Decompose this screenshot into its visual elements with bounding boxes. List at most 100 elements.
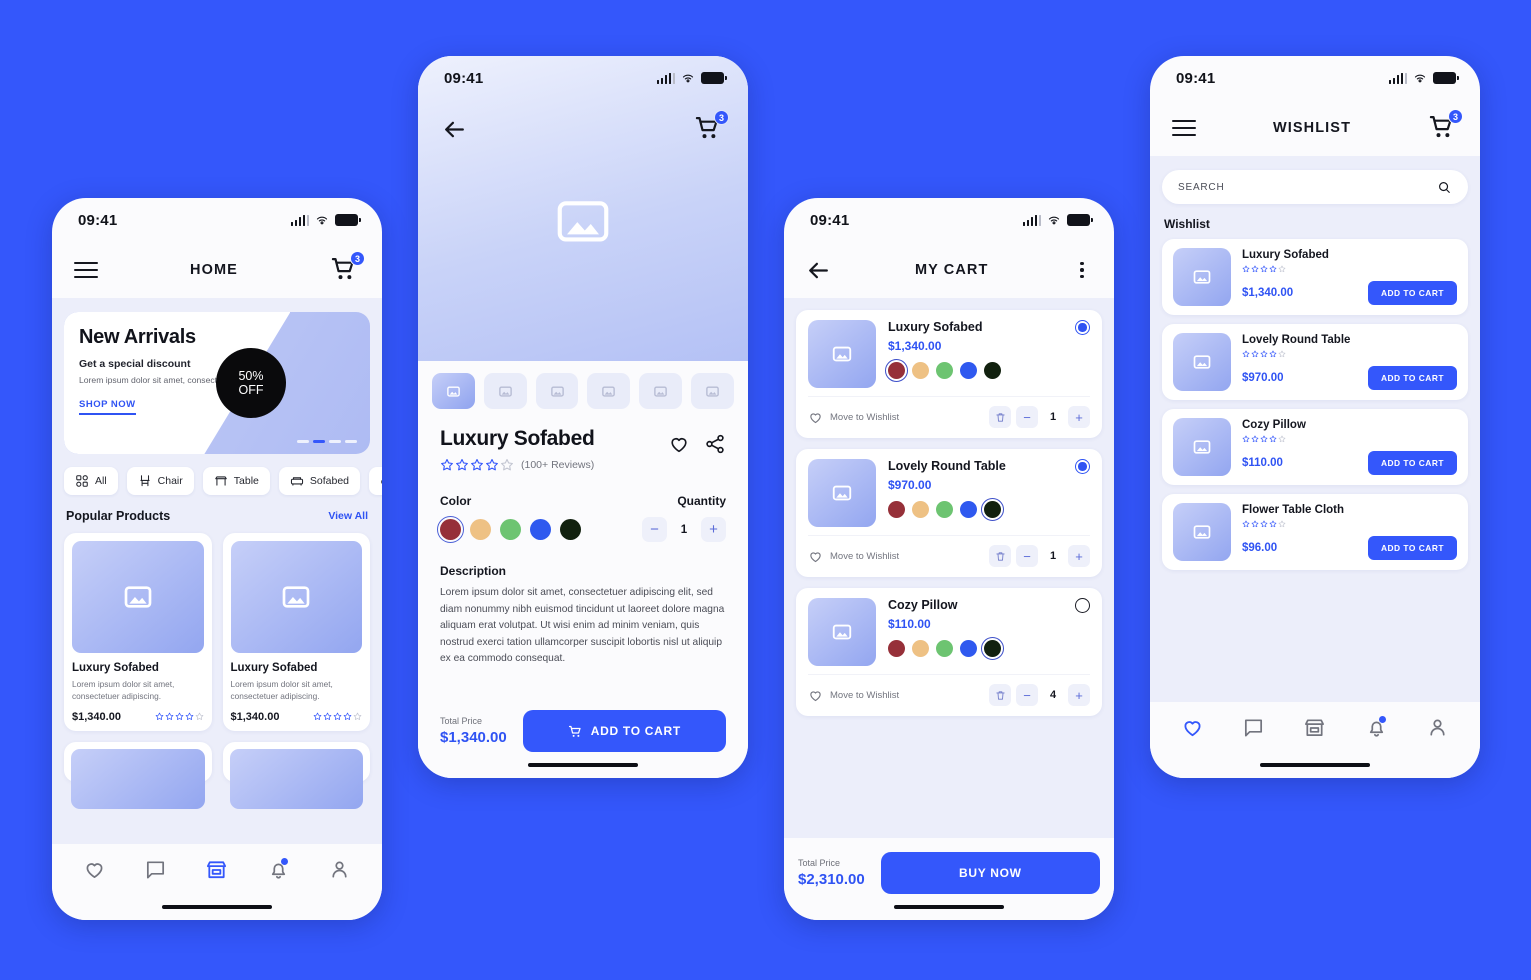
back-arrow-icon[interactable] xyxy=(806,258,831,283)
decrement-button[interactable]: − xyxy=(1016,406,1038,428)
wishlist-item[interactable]: Lovely Round Table $970.00 ADD TO CART xyxy=(1162,324,1468,400)
decrement-button[interactable]: − xyxy=(1016,684,1038,706)
color-swatch-blue[interactable] xyxy=(960,362,977,379)
category-chip-sofabed[interactable]: Sofabed xyxy=(278,467,360,495)
nav-store[interactable] xyxy=(202,854,232,884)
increment-button[interactable]: + xyxy=(1068,684,1090,706)
thumbnail-item[interactable] xyxy=(483,373,527,409)
add-to-cart-button[interactable]: ADD TO CART xyxy=(1367,536,1457,560)
quantity-stepper[interactable]: − 1 + xyxy=(989,545,1090,567)
category-chip-table[interactable]: Table xyxy=(202,467,270,495)
delete-item-button[interactable] xyxy=(989,406,1011,428)
wishlist-item[interactable]: Flower Table Cloth $96.00 ADD TO CART xyxy=(1162,494,1468,570)
cart-item[interactable]: Luxury Sofabed $1,340.00 Move to Wishlis… xyxy=(796,310,1102,438)
color-swatch-black[interactable] xyxy=(981,498,1004,521)
cart-button[interactable]: 3 xyxy=(1428,109,1463,143)
item-select-radio[interactable] xyxy=(1075,598,1090,613)
item-color-swatches[interactable] xyxy=(888,498,1063,521)
cart-item[interactable]: Lovely Round Table $970.00 Move to Wishl… xyxy=(796,449,1102,577)
category-chip-all[interactable]: All xyxy=(64,467,118,495)
color-swatch-blue[interactable] xyxy=(960,640,977,657)
move-to-wishlist-button[interactable]: Move to Wishlist xyxy=(808,688,899,703)
nav-notifications[interactable] xyxy=(1361,712,1391,742)
cart-item[interactable]: Cozy Pillow $110.00 Move to Wishlist − 4… xyxy=(796,588,1102,716)
decrement-button[interactable]: − xyxy=(1016,545,1038,567)
increment-button[interactable]: + xyxy=(1068,406,1090,428)
shop-now-link[interactable]: SHOP NOW xyxy=(79,399,136,416)
color-swatch-tan[interactable] xyxy=(912,501,929,518)
color-swatch-green[interactable] xyxy=(936,640,953,657)
thumbnail-item[interactable] xyxy=(639,373,683,409)
category-chip-row[interactable]: All Chair Table Sofabed xyxy=(52,454,382,495)
nav-wishlist[interactable] xyxy=(1178,712,1208,742)
thumbnail-strip[interactable] xyxy=(418,361,748,421)
color-swatch-black[interactable] xyxy=(984,362,1001,379)
nav-wishlist[interactable] xyxy=(80,854,110,884)
category-chip-armchair[interactable] xyxy=(369,467,382,495)
move-to-wishlist-button[interactable]: Move to Wishlist xyxy=(808,549,899,564)
color-swatch-green[interactable] xyxy=(936,501,953,518)
product-card[interactable] xyxy=(222,741,370,809)
delete-item-button[interactable] xyxy=(989,545,1011,567)
increment-button[interactable]: + xyxy=(1068,545,1090,567)
more-options-icon[interactable] xyxy=(1072,259,1092,282)
color-swatch-green[interactable] xyxy=(936,362,953,379)
add-to-cart-button[interactable]: ADD TO CART xyxy=(522,710,726,752)
quantity-stepper[interactable]: − 1 + xyxy=(989,406,1090,428)
decrement-button[interactable]: − xyxy=(642,517,667,542)
search-icon[interactable] xyxy=(1437,180,1452,195)
item-select-radio[interactable] xyxy=(1075,459,1090,474)
quantity-stepper[interactable]: − 1 + xyxy=(642,517,726,542)
color-swatch-tan[interactable] xyxy=(470,519,491,540)
nav-profile[interactable] xyxy=(324,854,354,884)
add-to-cart-button[interactable]: ADD TO CART xyxy=(1367,281,1457,305)
add-to-cart-button[interactable]: ADD TO CART xyxy=(1367,366,1457,390)
menu-icon[interactable] xyxy=(1172,115,1196,141)
color-swatch-blue[interactable] xyxy=(530,519,551,540)
nav-chat[interactable] xyxy=(141,854,171,884)
category-chip-chair[interactable]: Chair xyxy=(126,467,194,495)
color-swatch-maroon[interactable] xyxy=(885,359,908,382)
nav-profile[interactable] xyxy=(1422,712,1452,742)
thumbnail-item[interactable] xyxy=(535,373,579,409)
wishlist-item[interactable]: Luxury Sofabed $1,340.00 ADD TO CART xyxy=(1162,239,1468,315)
quantity-stepper[interactable]: − 4 + xyxy=(989,684,1090,706)
item-color-swatches[interactable] xyxy=(888,637,1063,660)
bottom-navigation[interactable] xyxy=(52,844,382,894)
color-swatch-blue[interactable] xyxy=(960,501,977,518)
thumbnail-item[interactable] xyxy=(691,373,734,409)
cart-button[interactable]: 3 xyxy=(694,110,729,144)
color-swatch-maroon[interactable] xyxy=(888,640,905,657)
cart-button[interactable]: 3 xyxy=(330,251,365,285)
color-swatch-black[interactable] xyxy=(981,637,1004,660)
color-swatch-maroon[interactable] xyxy=(888,501,905,518)
increment-button[interactable]: + xyxy=(701,517,726,542)
heart-icon[interactable] xyxy=(668,433,690,455)
nav-store[interactable] xyxy=(1300,712,1330,742)
back-arrow-icon[interactable] xyxy=(442,117,467,142)
bottom-navigation[interactable] xyxy=(1150,702,1480,752)
color-swatches[interactable] xyxy=(436,515,581,544)
color-swatch-black[interactable] xyxy=(560,519,581,540)
color-swatch-tan[interactable] xyxy=(912,362,929,379)
menu-icon[interactable] xyxy=(74,257,98,283)
product-card[interactable]: Luxury Sofabed Lorem ipsum dolor sit ame… xyxy=(222,533,370,731)
product-card[interactable] xyxy=(64,741,212,809)
thumbnail-item[interactable] xyxy=(432,373,475,409)
nav-chat[interactable] xyxy=(1239,712,1269,742)
thumbnail-item[interactable] xyxy=(587,373,631,409)
move-to-wishlist-button[interactable]: Move to Wishlist xyxy=(808,410,899,425)
share-icon[interactable] xyxy=(704,433,726,455)
buy-now-button[interactable]: BUY NOW xyxy=(880,852,1100,894)
nav-notifications[interactable] xyxy=(263,854,293,884)
promo-banner[interactable]: New Arrivals Get a special discount Lore… xyxy=(64,312,370,454)
item-select-radio[interactable] xyxy=(1075,320,1090,335)
color-swatch-tan[interactable] xyxy=(912,640,929,657)
color-swatch-maroon[interactable] xyxy=(436,515,465,544)
search-bar[interactable] xyxy=(1162,170,1468,204)
carousel-pagination[interactable] xyxy=(297,440,357,443)
delete-item-button[interactable] xyxy=(989,684,1011,706)
add-to-cart-button[interactable]: ADD TO CART xyxy=(1367,451,1457,475)
color-swatch-green[interactable] xyxy=(500,519,521,540)
item-color-swatches[interactable] xyxy=(885,359,1063,382)
